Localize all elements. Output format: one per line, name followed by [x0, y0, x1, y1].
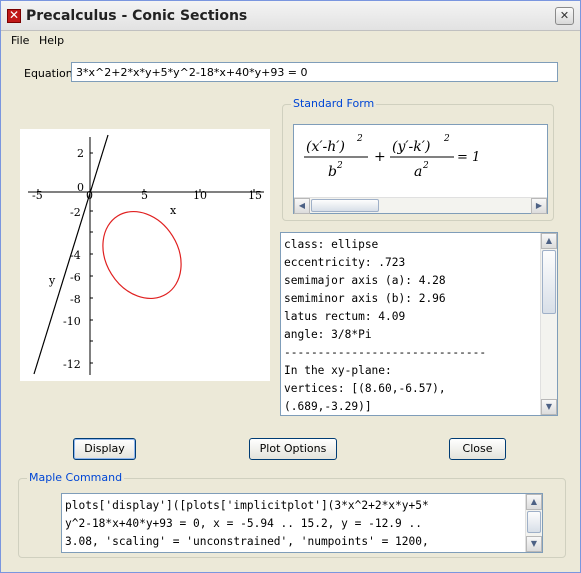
exponent: 2 [336, 161, 343, 171]
maple-command-text: plots['display']([plots['implicitplot'](… [65, 497, 523, 551]
y-tick-label: -12 [63, 358, 81, 371]
window-title: Precalculus - Conic Sections [26, 8, 248, 24]
equation-label: Equation: [24, 67, 77, 80]
display-button[interactable]: Display [73, 438, 136, 460]
standard-form-display: (x′‑h′) 2 b 2 + (y′‑k′) 2 a 2 = 1 ◀ ▶ [293, 124, 548, 214]
conic-sections-window: Precalculus - Conic Sections ✕ File Help… [0, 0, 581, 573]
maple-line: y^2-18*x+40*y+93 = 0, x = -5.94 .. 15.2,… [65, 517, 422, 530]
maple-line: 3.08, 'scaling' = 'unconstrained', 'nump… [65, 535, 429, 548]
menu-help[interactable]: Help [39, 34, 64, 47]
standard-form-legend: Standard Form [291, 97, 377, 110]
info-line: latus rectum: 4.09 [284, 310, 406, 323]
x-tick-label: -5 [32, 189, 43, 202]
denominator-b: b [328, 164, 337, 180]
info-line: (.689,-3.29)] [284, 400, 372, 413]
info-line: vertices: [(8.60,-6.57), [284, 382, 446, 395]
horizontal-scrollbar[interactable]: ◀ ▶ [294, 197, 547, 214]
info-line: semimajor axis (a): 4.28 [284, 274, 446, 287]
exponent: 2 [356, 134, 363, 144]
y-tick-label: -6 [70, 271, 81, 284]
menu-file[interactable]: File [11, 34, 29, 47]
close-button[interactable]: Close [449, 438, 506, 460]
vertical-scrollbar[interactable]: ▲ ▼ [540, 233, 557, 415]
title-bar: Precalculus - Conic Sections ✕ [1, 1, 580, 31]
exponent: 2 [422, 161, 429, 171]
y-tick-label: 0 [77, 181, 84, 194]
axis-line [33, 134, 109, 375]
maple-command-group: Maple Command plots['display']([plots['i… [18, 471, 566, 558]
x-axis-label: x [170, 204, 177, 217]
y-tick-label: 2 [77, 147, 84, 160]
app-icon [7, 8, 21, 23]
scroll-right-icon[interactable]: ▶ [531, 198, 547, 214]
standard-form-group: Standard Form (x′‑h′) 2 b 2 + (y′‑k′) 2 … [282, 97, 554, 221]
exponent: 2 [443, 134, 450, 144]
ellipse-curve [102, 210, 182, 300]
plot-canvas: -5 0 5 10 15 2 0 -2 -4 -6 -8 -10 [28, 134, 264, 375]
y-axis-label: y [48, 274, 56, 287]
y-tick-label: -2 [70, 206, 81, 219]
conic-info-text: class: ellipse eccentricity: .723 semimajo… [284, 236, 540, 416]
vertical-scrollbar[interactable]: ▲ ▼ [525, 494, 542, 552]
x-tick-label: 5 [141, 189, 148, 202]
y-tick-label: -10 [63, 315, 81, 328]
conic-plot: -5 0 5 10 15 2 0 -2 -4 -6 -8 -10 [20, 129, 270, 381]
scroll-left-icon[interactable]: ◀ [294, 198, 310, 214]
info-line: ------------------------------ [284, 346, 487, 359]
info-line: eccentricity: .723 [284, 256, 406, 269]
numerator-y: (y′‑k′) [392, 139, 430, 155]
info-line: In the xy-plane: [284, 364, 392, 377]
maple-line: plots['display']([plots['implicitplot'](… [65, 499, 429, 512]
standard-form-equation: (x′‑h′) 2 b 2 + (y′‑k′) 2 a 2 = 1 [304, 134, 480, 180]
window-close-button[interactable]: ✕ [555, 7, 574, 25]
menu-bar: File Help [1, 31, 580, 50]
info-line: angle: 3/8*Pi [284, 328, 372, 341]
scroll-down-icon[interactable]: ▼ [541, 399, 557, 415]
info-line: semiminor axis (b): 2.96 [284, 292, 446, 305]
scroll-up-icon[interactable]: ▲ [526, 494, 542, 510]
numerator-x: (x′‑h′) [306, 139, 345, 155]
scroll-up-icon[interactable]: ▲ [541, 233, 557, 249]
equals-one: = 1 [457, 150, 480, 165]
y-tick-label: -8 [70, 293, 81, 306]
maple-command-legend: Maple Command [27, 471, 125, 484]
conic-info-textarea[interactable]: class: ellipse eccentricity: .723 semimajo… [280, 232, 558, 416]
x-tick-label: 10 [193, 189, 207, 202]
scroll-down-icon[interactable]: ▼ [526, 536, 542, 552]
denominator-a: a [414, 164, 422, 180]
close-icon: ✕ [559, 9, 570, 22]
x-tick-label: 15 [248, 189, 262, 202]
scroll-thumb[interactable] [542, 250, 556, 314]
scroll-thumb[interactable] [311, 199, 379, 212]
scroll-thumb[interactable] [527, 511, 541, 533]
plus-sign: + [374, 149, 386, 165]
equation-input[interactable] [71, 62, 558, 82]
plot-options-button[interactable]: Plot Options [249, 438, 337, 460]
info-line: class: ellipse [284, 238, 379, 251]
maple-command-textarea[interactable]: plots['display']([plots['implicitplot'](… [61, 493, 543, 553]
